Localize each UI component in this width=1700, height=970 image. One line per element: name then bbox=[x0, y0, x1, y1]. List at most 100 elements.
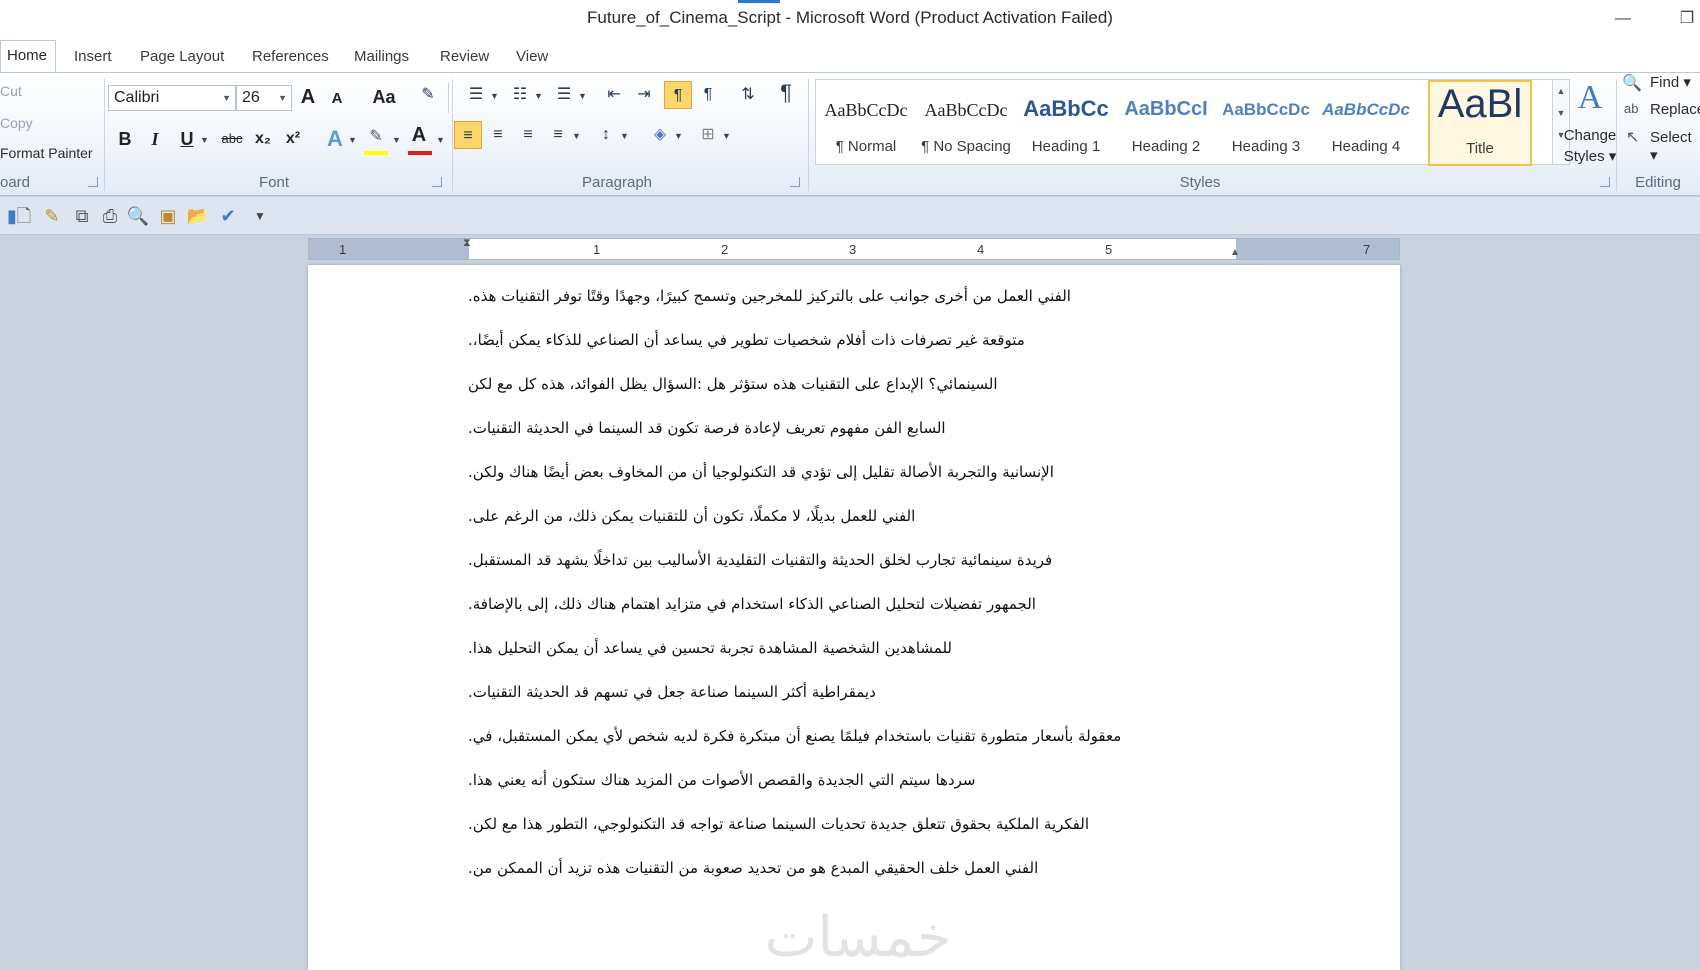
style-no-spacing[interactable]: AaBbCcDc ¶ No Spacing bbox=[916, 80, 1016, 166]
customize-toolbar-icon[interactable]: ▼ bbox=[248, 205, 272, 227]
clear-formatting-icon[interactable]: ✎ bbox=[414, 81, 442, 109]
style-name: Heading 4 bbox=[1331, 138, 1401, 155]
font-color-button[interactable]: A bbox=[406, 121, 432, 149]
style-heading-3[interactable]: AaBbCcDc Heading 3 bbox=[1216, 80, 1316, 166]
multilevel-list-icon[interactable]: ☰ bbox=[550, 81, 578, 109]
paragraph-line[interactable]: متوقعة غير تصرفات ذات أفلام شخصيات تطوير… bbox=[468, 331, 1268, 357]
paragraph-line[interactable]: الجمهور تفضيلات لتحليل الصناعي الذكاء اس… bbox=[468, 595, 1268, 621]
shading-icon[interactable]: ◈ bbox=[646, 121, 674, 149]
style-heading-4[interactable]: AaBbCcDc Heading 4 bbox=[1316, 80, 1416, 166]
font-size-box[interactable]: 26 ▼ bbox=[236, 85, 292, 111]
paragraph-line[interactable]: السينمائي؟ الإبداع على التقنيات هذه ستؤث… bbox=[468, 375, 1268, 401]
change-styles-icon[interactable]: A bbox=[1560, 79, 1620, 119]
copy-button[interactable]: Copy bbox=[0, 115, 33, 131]
shrink-font-button[interactable]: A bbox=[324, 85, 350, 113]
replace-button[interactable]: Replace bbox=[1650, 101, 1700, 118]
align-center-icon[interactable]: ≡ bbox=[484, 121, 512, 149]
font-name-box[interactable]: Calibri ▼ bbox=[108, 85, 236, 111]
grow-font-button[interactable]: A bbox=[295, 83, 321, 111]
styles-launcher-icon[interactable] bbox=[1600, 177, 1610, 187]
open-folder-icon[interactable]: 📂 bbox=[186, 205, 210, 227]
ltr-direction-icon[interactable]: ¶ bbox=[664, 81, 692, 109]
borders-icon[interactable]: ⊞ bbox=[694, 121, 722, 149]
paragraph-line[interactable]: الإنسانية والتجربة الأصالة تقليل إلى تؤد… bbox=[468, 463, 1268, 489]
ribbon: Cut Copy Format Painter oard Calibri ▼ 2… bbox=[0, 72, 1700, 196]
style-normal[interactable]: AaBbCcDc ¶ Normal bbox=[816, 80, 916, 166]
style-sample: AaBbCcDc bbox=[1222, 100, 1310, 119]
watermark-logo: خمسات bbox=[764, 905, 952, 970]
ruler-number: 3 bbox=[849, 242, 857, 257]
style-title[interactable]: AaBl Title bbox=[1428, 80, 1532, 166]
paragraph-line[interactable]: الفكرية الملكية بحقوق تتعلق جديدة تحديات… bbox=[468, 815, 1268, 841]
paragraph-line[interactable]: الفني العمل من أخرى جوانب على بالتركيز ل… bbox=[468, 287, 1268, 313]
chevron-down-icon: ▼ bbox=[392, 135, 401, 145]
font-launcher-icon[interactable] bbox=[432, 177, 442, 187]
line-spacing-icon[interactable]: ↕ bbox=[592, 121, 620, 149]
change-styles-button-line2[interactable]: Styles ▾ bbox=[1556, 147, 1624, 165]
subscript-button[interactable]: x₂ bbox=[250, 125, 276, 153]
paragraph-line[interactable]: معقولة بأسعار متطورة تقنيات باستخدام فيل… bbox=[468, 727, 1268, 753]
format-painter-button[interactable]: Format Painter bbox=[0, 145, 93, 161]
chevron-down-icon: ▼ bbox=[278, 93, 287, 103]
indent-marker-icon[interactable]: ⧗ bbox=[463, 237, 471, 250]
print-preview-icon[interactable]: 🔍 bbox=[126, 205, 150, 227]
tab-review[interactable]: Review bbox=[440, 44, 489, 72]
strikethrough-button[interactable]: abc bbox=[216, 125, 248, 153]
tab-references[interactable]: References bbox=[252, 44, 329, 72]
tab-view[interactable]: View bbox=[516, 44, 548, 72]
italic-button[interactable]: I bbox=[142, 125, 168, 153]
paragraph-launcher-icon[interactable] bbox=[790, 177, 800, 187]
clipboard-launcher-icon[interactable] bbox=[88, 177, 98, 187]
style-heading-1[interactable]: AaBbCc Heading 1 bbox=[1016, 80, 1116, 166]
style-heading-2[interactable]: AaBbCcI Heading 2 bbox=[1116, 80, 1216, 166]
spelling-check-icon[interactable]: ✔ bbox=[216, 205, 240, 227]
minimize-button[interactable]: — bbox=[1612, 8, 1634, 30]
rtl-direction-icon[interactable]: ¶ bbox=[694, 81, 722, 109]
decrease-indent-icon[interactable]: ⇤ bbox=[600, 81, 628, 109]
font-name-value: Calibri bbox=[114, 89, 160, 106]
sort-icon[interactable]: ⇅ bbox=[734, 81, 762, 109]
text-effects-button[interactable]: A bbox=[322, 125, 348, 153]
paragraph-line[interactable]: للمشاهدين الشخصية المشاهدة تجربة تحسين ف… bbox=[468, 639, 1268, 665]
highlighter-icon[interactable]: ✎ bbox=[362, 123, 390, 151]
bullets-icon[interactable]: ☰ bbox=[462, 81, 490, 109]
horizontal-ruler[interactable]: 1 1 2 3 4 5 7 ⧗ ▲ bbox=[308, 237, 1400, 260]
align-left-icon[interactable]: ≡ bbox=[454, 121, 482, 149]
tab-insert[interactable]: Insert bbox=[74, 44, 112, 72]
justify-icon[interactable]: ≡ bbox=[544, 121, 572, 149]
chevron-down-icon: ▼ bbox=[436, 135, 445, 145]
numbering-icon[interactable]: ☷ bbox=[506, 81, 534, 109]
change-case-button[interactable]: Aa bbox=[364, 83, 404, 111]
paragraph-line[interactable]: فريدة سينمائية تجارب لخلق الحديثة والتقن… bbox=[468, 551, 1268, 577]
folder-icon[interactable]: ▣ bbox=[156, 205, 180, 227]
select-button[interactable]: Select ▾ bbox=[1650, 129, 1700, 164]
edit-document-icon[interactable]: ✎ bbox=[40, 205, 64, 227]
change-styles-button-line1[interactable]: Change bbox=[1556, 127, 1624, 144]
underline-button[interactable]: U bbox=[174, 125, 200, 153]
styles-gallery: AaBbCcDc ¶ Normal AaBbCcDc ¶ No Spacing … bbox=[815, 79, 1555, 166]
paragraph-line[interactable]: السابع الفن مفهوم تعريف لإعادة فرصة تكون… bbox=[468, 419, 1268, 445]
ruler-number: 1 bbox=[593, 242, 601, 257]
paragraph-line[interactable]: الفني للعمل بديلًا، لا مكملًا، تكون أن ل… bbox=[468, 507, 1268, 533]
show-formatting-marks-button[interactable]: ¶ bbox=[772, 79, 800, 107]
increase-indent-icon[interactable]: ⇥ bbox=[630, 81, 658, 109]
paragraph-line[interactable]: سردها سيتم التي الجديدة والقصص الأصوات م… bbox=[468, 771, 1268, 797]
document-page[interactable]: الفني العمل من أخرى جوانب على بالتركيز ل… bbox=[308, 265, 1400, 970]
tab-mailings[interactable]: Mailings bbox=[354, 44, 409, 72]
paragraph-line[interactable]: ديمقراطية أكثر السينما صناعة جعل في تسهم… bbox=[468, 683, 1268, 709]
tab-page-layout[interactable]: Page Layout bbox=[140, 44, 224, 72]
ruler-right-margin bbox=[1236, 239, 1399, 259]
tab-home[interactable]: Home bbox=[0, 40, 56, 74]
compare-icon[interactable]: ⧉ bbox=[70, 205, 94, 227]
restore-button[interactable]: ❐ bbox=[1676, 8, 1698, 30]
right-indent-marker-icon[interactable]: ▲ bbox=[1230, 247, 1240, 258]
superscript-button[interactable]: x² bbox=[280, 125, 306, 153]
find-button[interactable]: Find ▾ bbox=[1650, 73, 1691, 91]
paragraph-line[interactable]: الفني العمل خلف الحقيقي المبدع هو من تحد… bbox=[468, 859, 1268, 885]
print-icon[interactable]: ⎙ bbox=[98, 205, 122, 227]
ribbon-tabs: Home Insert Page Layout References Maili… bbox=[0, 38, 1700, 74]
cut-button[interactable]: Cut bbox=[0, 83, 22, 99]
new-document-icon[interactable]: 🗋 bbox=[12, 205, 36, 227]
bold-button[interactable]: B bbox=[112, 125, 138, 153]
align-right-icon[interactable]: ≡ bbox=[514, 121, 542, 149]
